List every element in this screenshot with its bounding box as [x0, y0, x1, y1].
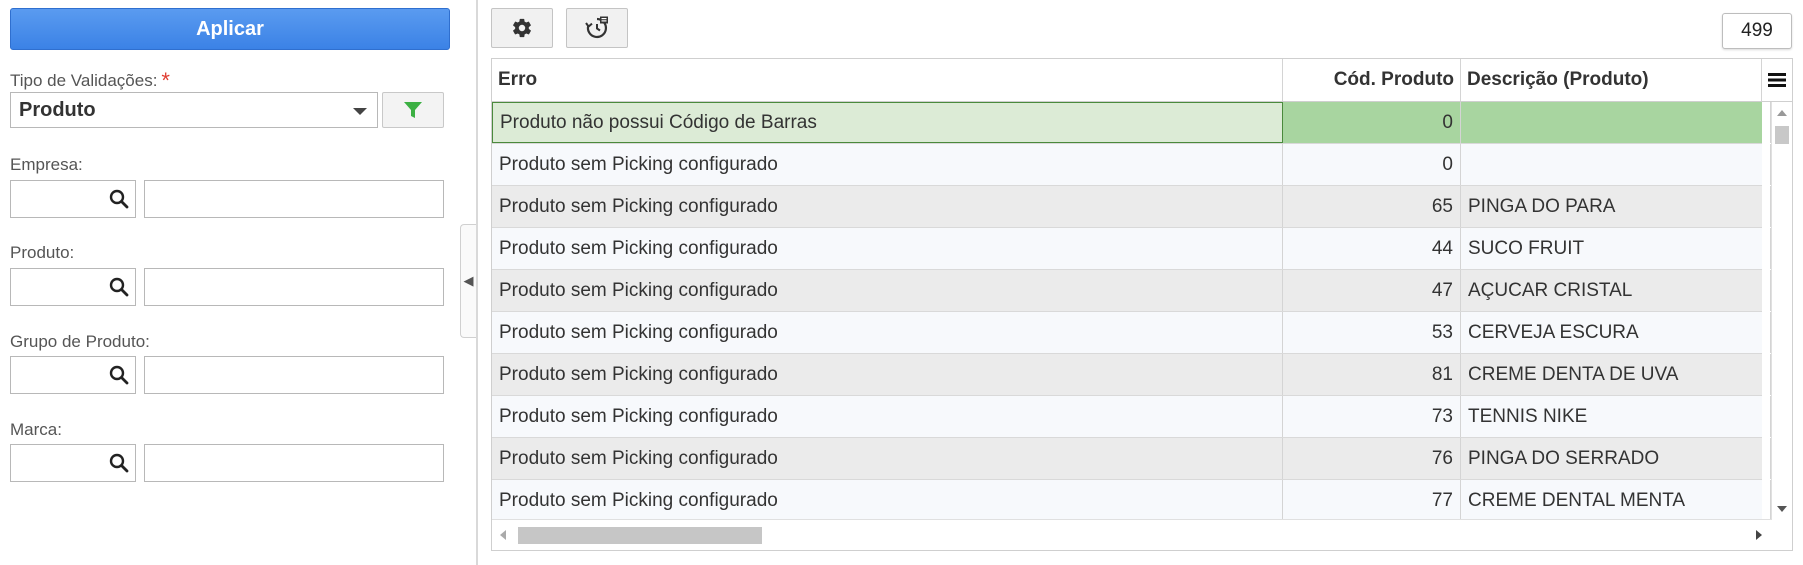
search-icon[interactable]: [109, 189, 129, 209]
chevron-down-icon: [353, 108, 367, 115]
settings-button[interactable]: [491, 8, 553, 48]
column-header-descricao[interactable]: Descrição (Produto): [1461, 59, 1762, 101]
cell-erro[interactable]: Produto sem Picking configurado: [492, 438, 1283, 479]
cell-cod-produto[interactable]: 0: [1283, 102, 1461, 143]
cell-descricao[interactable]: CREME DENTA DE UVA: [1461, 354, 1771, 395]
validation-type-label-text: Tipo de Validações:: [10, 71, 158, 90]
cell-descricao[interactable]: CERVEJA ESCURA: [1461, 312, 1771, 353]
cell-descricao[interactable]: PINGA DO SERRADO: [1461, 438, 1771, 479]
marca-label: Marca:: [10, 420, 62, 439]
cell-cod-produto[interactable]: 53: [1283, 312, 1461, 353]
cell-descricao[interactable]: [1461, 144, 1771, 185]
marca-description-field[interactable]: [144, 444, 444, 482]
cell-descricao[interactable]: CREME DENTAL MENTA: [1461, 480, 1771, 521]
scroll-left-icon[interactable]: [500, 530, 506, 540]
funnel-icon: [404, 102, 422, 118]
results-grid: Erro Cód. Produto Descrição (Produto) Pr…: [491, 58, 1793, 551]
column-header-erro[interactable]: Erro: [492, 59, 1283, 101]
column-menu-button[interactable]: [1761, 59, 1792, 101]
cell-cod-produto[interactable]: 47: [1283, 270, 1461, 311]
filter-panel: Aplicar Tipo de Validações: * Produto Emp…: [0, 0, 476, 565]
scroll-right-icon[interactable]: [1756, 530, 1762, 540]
table-row[interactable]: Produto não possui Código de Barras 0: [492, 102, 1771, 144]
cell-cod-produto[interactable]: 76: [1283, 438, 1461, 479]
table-row[interactable]: Produto sem Picking configurado 65 PINGA…: [492, 186, 1771, 228]
vertical-scrollbar[interactable]: [1771, 102, 1792, 520]
cell-erro[interactable]: Produto sem Picking configurado: [492, 396, 1283, 437]
produto-label: Produto:: [10, 243, 75, 262]
empresa-code-input[interactable]: [10, 180, 136, 218]
record-count-badge: 499: [1722, 13, 1792, 49]
cell-erro[interactable]: Produto sem Picking configurado: [492, 186, 1283, 227]
table-row[interactable]: Produto sem Picking configurado 76 PINGA…: [492, 438, 1771, 480]
cell-erro[interactable]: Produto sem Picking configurado: [492, 354, 1283, 395]
grupo-label: Grupo de Produto:: [10, 332, 150, 351]
hamburger-icon: [1768, 73, 1786, 87]
grid-header: Erro Cód. Produto Descrição (Produto): [492, 59, 1792, 102]
table-row[interactable]: Produto sem Picking configurado 44 SUCO …: [492, 228, 1771, 270]
validation-type-value: Produto: [19, 98, 96, 121]
cell-cod-produto[interactable]: 65: [1283, 186, 1461, 227]
history-export-button[interactable]: [566, 8, 628, 48]
search-icon[interactable]: [109, 453, 129, 473]
history-icon: [585, 16, 608, 39]
grupo-code-input[interactable]: [10, 356, 136, 394]
table-row[interactable]: Produto sem Picking configurado 81 CREME…: [492, 354, 1771, 396]
panel-divider[interactable]: [476, 0, 478, 565]
cell-erro[interactable]: Produto sem Picking configurado: [492, 144, 1283, 185]
cell-descricao[interactable]: PINGA DO PARA: [1461, 186, 1771, 227]
table-row[interactable]: Produto sem Picking configurado 0: [492, 144, 1771, 186]
horizontal-scrollbar[interactable]: [492, 519, 1772, 550]
cell-erro[interactable]: Produto sem Picking configurado: [492, 228, 1283, 269]
table-row[interactable]: Produto sem Picking configurado 73 TENNI…: [492, 396, 1771, 438]
apply-button[interactable]: Aplicar: [10, 8, 450, 50]
table-row[interactable]: Produto sem Picking configurado 53 CERVE…: [492, 312, 1771, 354]
cell-erro[interactable]: Produto não possui Código de Barras: [492, 102, 1283, 143]
validation-type-label: Tipo de Validações: *: [10, 66, 170, 93]
cell-cod-produto[interactable]: 77: [1283, 480, 1461, 521]
cell-cod-produto[interactable]: 0: [1283, 144, 1461, 185]
cell-erro[interactable]: Produto sem Picking configurado: [492, 270, 1283, 311]
cell-erro[interactable]: Produto sem Picking configurado: [492, 312, 1283, 353]
scroll-up-icon[interactable]: [1777, 110, 1787, 116]
table-row[interactable]: Produto sem Picking configurado 47 AÇUCA…: [492, 270, 1771, 312]
cell-erro[interactable]: Produto sem Picking configurado: [492, 480, 1283, 521]
scroll-down-icon[interactable]: [1777, 506, 1787, 512]
produto-code-input[interactable]: [10, 268, 136, 306]
cell-cod-produto[interactable]: 44: [1283, 228, 1461, 269]
column-header-cod-produto[interactable]: Cód. Produto: [1283, 59, 1461, 101]
vertical-scroll-thumb[interactable]: [1775, 126, 1789, 144]
required-mark: *: [161, 68, 170, 93]
produto-description-field[interactable]: [144, 268, 444, 306]
empresa-description-field[interactable]: [144, 180, 444, 218]
marca-code-input[interactable]: [10, 444, 136, 482]
search-icon[interactable]: [109, 277, 129, 297]
caret-left-icon: ◀: [463, 273, 474, 288]
cell-descricao[interactable]: TENNIS NIKE: [1461, 396, 1771, 437]
cell-descricao[interactable]: SUCO FRUIT: [1461, 228, 1771, 269]
grupo-description-field[interactable]: [144, 356, 444, 394]
search-icon[interactable]: [109, 365, 129, 385]
gear-icon: [513, 18, 531, 38]
cell-cod-produto[interactable]: 81: [1283, 354, 1461, 395]
cell-descricao[interactable]: AÇUCAR CRISTAL: [1461, 270, 1771, 311]
table-row[interactable]: Produto sem Picking configurado 77 CREME…: [492, 480, 1771, 522]
horizontal-scroll-thumb[interactable]: [518, 527, 762, 544]
validation-type-select[interactable]: Produto: [10, 92, 378, 128]
cell-descricao[interactable]: [1461, 102, 1771, 143]
cell-cod-produto[interactable]: 73: [1283, 396, 1461, 437]
empresa-label: Empresa:: [10, 155, 83, 174]
grid-body: Produto não possui Código de Barras 0 Pr…: [492, 102, 1771, 522]
collapse-panel-button[interactable]: ◀: [460, 224, 476, 338]
filter-button[interactable]: [382, 92, 444, 128]
